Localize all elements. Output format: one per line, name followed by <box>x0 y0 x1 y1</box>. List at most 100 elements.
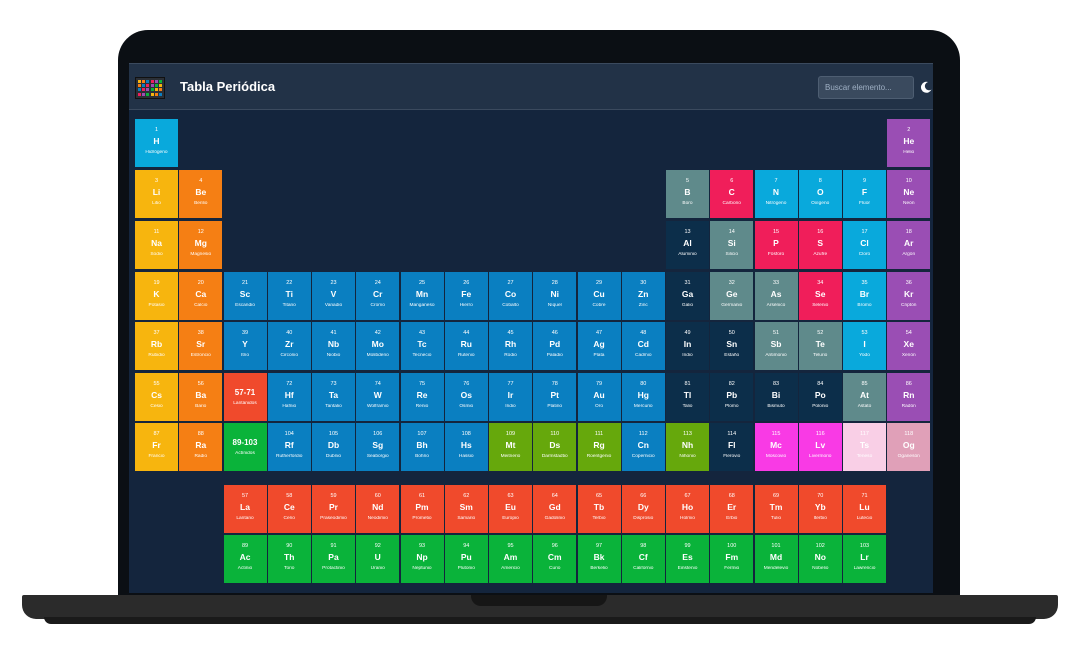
element-cell[interactable]: 79 Au Oro <box>577 373 621 421</box>
element-cell[interactable]: 21 Sc Escandio <box>223 272 267 320</box>
element-cell[interactable]: 25 Mn Manganeso <box>400 272 444 320</box>
element-cell[interactable]: 82 Pb Plomo <box>710 373 754 421</box>
element-cell[interactable]: 16 S Azufre <box>798 221 842 269</box>
moon-icon[interactable] <box>919 80 933 94</box>
element-cell[interactable]: 87 Fr Francio <box>135 423 178 471</box>
element-cell[interactable]: 72 Hf Hafnio <box>267 373 311 421</box>
element-cell[interactable]: 45 Rh Rodio <box>489 322 532 370</box>
element-cell[interactable]: 5 B Boro <box>666 170 709 218</box>
element-cell[interactable]: 62 Sm Samario <box>444 485 488 533</box>
element-cell[interactable]: 83 Bi Bismuto <box>754 373 798 421</box>
element-cell[interactable]: 101 Md Mendelevio <box>754 535 798 583</box>
element-cell[interactable]: 108 Hs Hassio <box>444 423 488 471</box>
element-cell[interactable]: 59 Pr Praseodimio <box>312 485 355 533</box>
element-cell[interactable]: 35 Br Bromo <box>843 272 886 320</box>
element-cell[interactable]: 1 H Hidrógeno <box>135 119 178 167</box>
element-cell[interactable]: 3 Li Litio <box>135 170 178 218</box>
element-cell[interactable]: 44 Ru Rutenio <box>444 322 488 370</box>
element-cell[interactable]: 28 Ni Níquel <box>533 272 577 320</box>
element-cell[interactable]: 92 U Uranio <box>356 535 400 583</box>
element-cell[interactable]: 71 Lu Lutecio <box>843 485 886 533</box>
element-cell[interactable]: 24 Cr Cromo <box>356 272 400 320</box>
element-cell[interactable]: 77 Ir Iridio <box>489 373 532 421</box>
element-cell[interactable]: 51 Sb Antimonio <box>754 322 798 370</box>
element-cell[interactable]: 50 Sn Estaño <box>710 322 754 370</box>
element-cell[interactable]: 52 Te Telurio <box>798 322 842 370</box>
element-cell[interactable]: 49 In Indio <box>666 322 709 370</box>
element-cell[interactable]: 26 Fe Hierro <box>444 272 488 320</box>
element-cell[interactable]: 75 Re Renio <box>400 373 444 421</box>
element-cell[interactable]: 20 Ca Calcio <box>179 272 223 320</box>
element-cell[interactable]: 37 Rb Rubidio <box>135 322 178 370</box>
element-cell[interactable]: 93 Np Neptunio <box>400 535 444 583</box>
element-cell[interactable]: 66 Dy Disprosio <box>621 485 665 533</box>
element-cell[interactable]: 64 Gd Gadolinio <box>533 485 577 533</box>
element-cell[interactable]: 42 Mo Molibdeno <box>356 322 400 370</box>
element-cell[interactable]: 114 Fl Flerovio <box>710 423 754 471</box>
element-cell[interactable]: 46 Pd Paladio <box>533 322 577 370</box>
element-cell[interactable]: 102 No Nobelio <box>798 535 842 583</box>
element-cell[interactable]: 81 Tl Talio <box>666 373 709 421</box>
element-cell[interactable]: 98 Cf Californio <box>621 535 665 583</box>
element-cell[interactable]: 23 V Vanadio <box>312 272 355 320</box>
element-cell[interactable]: 56 Ba Bario <box>179 373 223 421</box>
element-cell[interactable]: 11 Na Sodio <box>135 221 178 269</box>
element-cell[interactable]: 13 Al Aluminio <box>666 221 709 269</box>
element-cell[interactable]: 74 W Wolframio <box>356 373 400 421</box>
element-cell[interactable]: 103 Lr Lawrencio <box>843 535 886 583</box>
element-cell[interactable]: 53 I Yodo <box>843 322 886 370</box>
element-cell[interactable]: 57 La Lantano <box>223 485 267 533</box>
series-placeholder-cell[interactable]: 57-71 Lantánidos <box>223 373 267 421</box>
element-cell[interactable]: 8 O Oxígeno <box>798 170 842 218</box>
element-cell[interactable]: 43 Tc Tecnecio <box>400 322 444 370</box>
element-cell[interactable]: 32 Ge Germanio <box>710 272 754 320</box>
element-cell[interactable]: 9 F Flúor <box>843 170 886 218</box>
element-cell[interactable]: 109 Mt Meitnerio <box>489 423 532 471</box>
element-cell[interactable]: 47 Ag Plata <box>577 322 621 370</box>
element-cell[interactable]: 48 Cd Cadmio <box>621 322 665 370</box>
element-cell[interactable]: 112 Cn Copernicio <box>621 423 665 471</box>
element-cell[interactable]: 19 K Potasio <box>135 272 178 320</box>
element-cell[interactable]: 97 Bk Berkelio <box>577 535 621 583</box>
element-cell[interactable]: 96 Cm Curio <box>533 535 577 583</box>
element-cell[interactable]: 17 Cl Cloro <box>843 221 886 269</box>
element-cell[interactable]: 22 Ti Titano <box>267 272 311 320</box>
element-cell[interactable]: 18 Ar Argón <box>887 221 931 269</box>
element-cell[interactable]: 2 He Helio <box>887 119 931 167</box>
element-cell[interactable]: 85 At Astato <box>843 373 886 421</box>
element-cell[interactable]: 73 Ta Tantalio <box>312 373 355 421</box>
element-cell[interactable]: 34 Se Selenio <box>798 272 842 320</box>
element-cell[interactable]: 100 Fm Fermio <box>710 535 754 583</box>
element-cell[interactable]: 54 Xe Xenón <box>887 322 931 370</box>
element-cell[interactable]: 118 Og Oganesón <box>887 423 931 471</box>
element-cell[interactable]: 115 Mc Moscovio <box>754 423 798 471</box>
element-cell[interactable]: 31 Ga Galio <box>666 272 709 320</box>
element-cell[interactable]: 36 Kr Criptón <box>887 272 931 320</box>
element-cell[interactable]: 105 Db Dubnio <box>312 423 355 471</box>
element-cell[interactable]: 67 Ho Holmio <box>666 485 709 533</box>
element-cell[interactable]: 63 Eu Europio <box>489 485 532 533</box>
search-input[interactable] <box>818 76 914 99</box>
element-cell[interactable]: 39 Y Itrio <box>223 322 267 370</box>
element-cell[interactable]: 111 Rg Roentgenio <box>577 423 621 471</box>
element-cell[interactable]: 110 Ds Darmstadtio <box>533 423 577 471</box>
element-cell[interactable]: 70 Yb Iterbio <box>798 485 842 533</box>
element-cell[interactable]: 95 Am Americio <box>489 535 532 583</box>
element-cell[interactable]: 113 Nh Nihonio <box>666 423 709 471</box>
element-cell[interactable]: 88 Ra Radio <box>179 423 223 471</box>
element-cell[interactable]: 80 Hg Mercurio <box>621 373 665 421</box>
element-cell[interactable]: 90 Th Torio <box>267 535 311 583</box>
element-cell[interactable]: 84 Po Polonio <box>798 373 842 421</box>
element-cell[interactable]: 29 Cu Cobre <box>577 272 621 320</box>
element-cell[interactable]: 116 Lv Livermorio <box>798 423 842 471</box>
element-cell[interactable]: 7 N Nitrógeno <box>754 170 798 218</box>
element-cell[interactable]: 94 Pu Plutonio <box>444 535 488 583</box>
element-cell[interactable]: 106 Sg Seaborgio <box>356 423 400 471</box>
element-cell[interactable]: 65 Tb Terbio <box>577 485 621 533</box>
element-cell[interactable]: 104 Rf Rutherfordio <box>267 423 311 471</box>
series-placeholder-cell[interactable]: 89-103 Actínidos <box>223 423 267 471</box>
element-cell[interactable]: 117 Ts Teneso <box>843 423 886 471</box>
element-cell[interactable]: 41 Nb Niobio <box>312 322 355 370</box>
element-cell[interactable]: 61 Pm Prometio <box>400 485 444 533</box>
element-cell[interactable]: 55 Cs Cesio <box>135 373 178 421</box>
